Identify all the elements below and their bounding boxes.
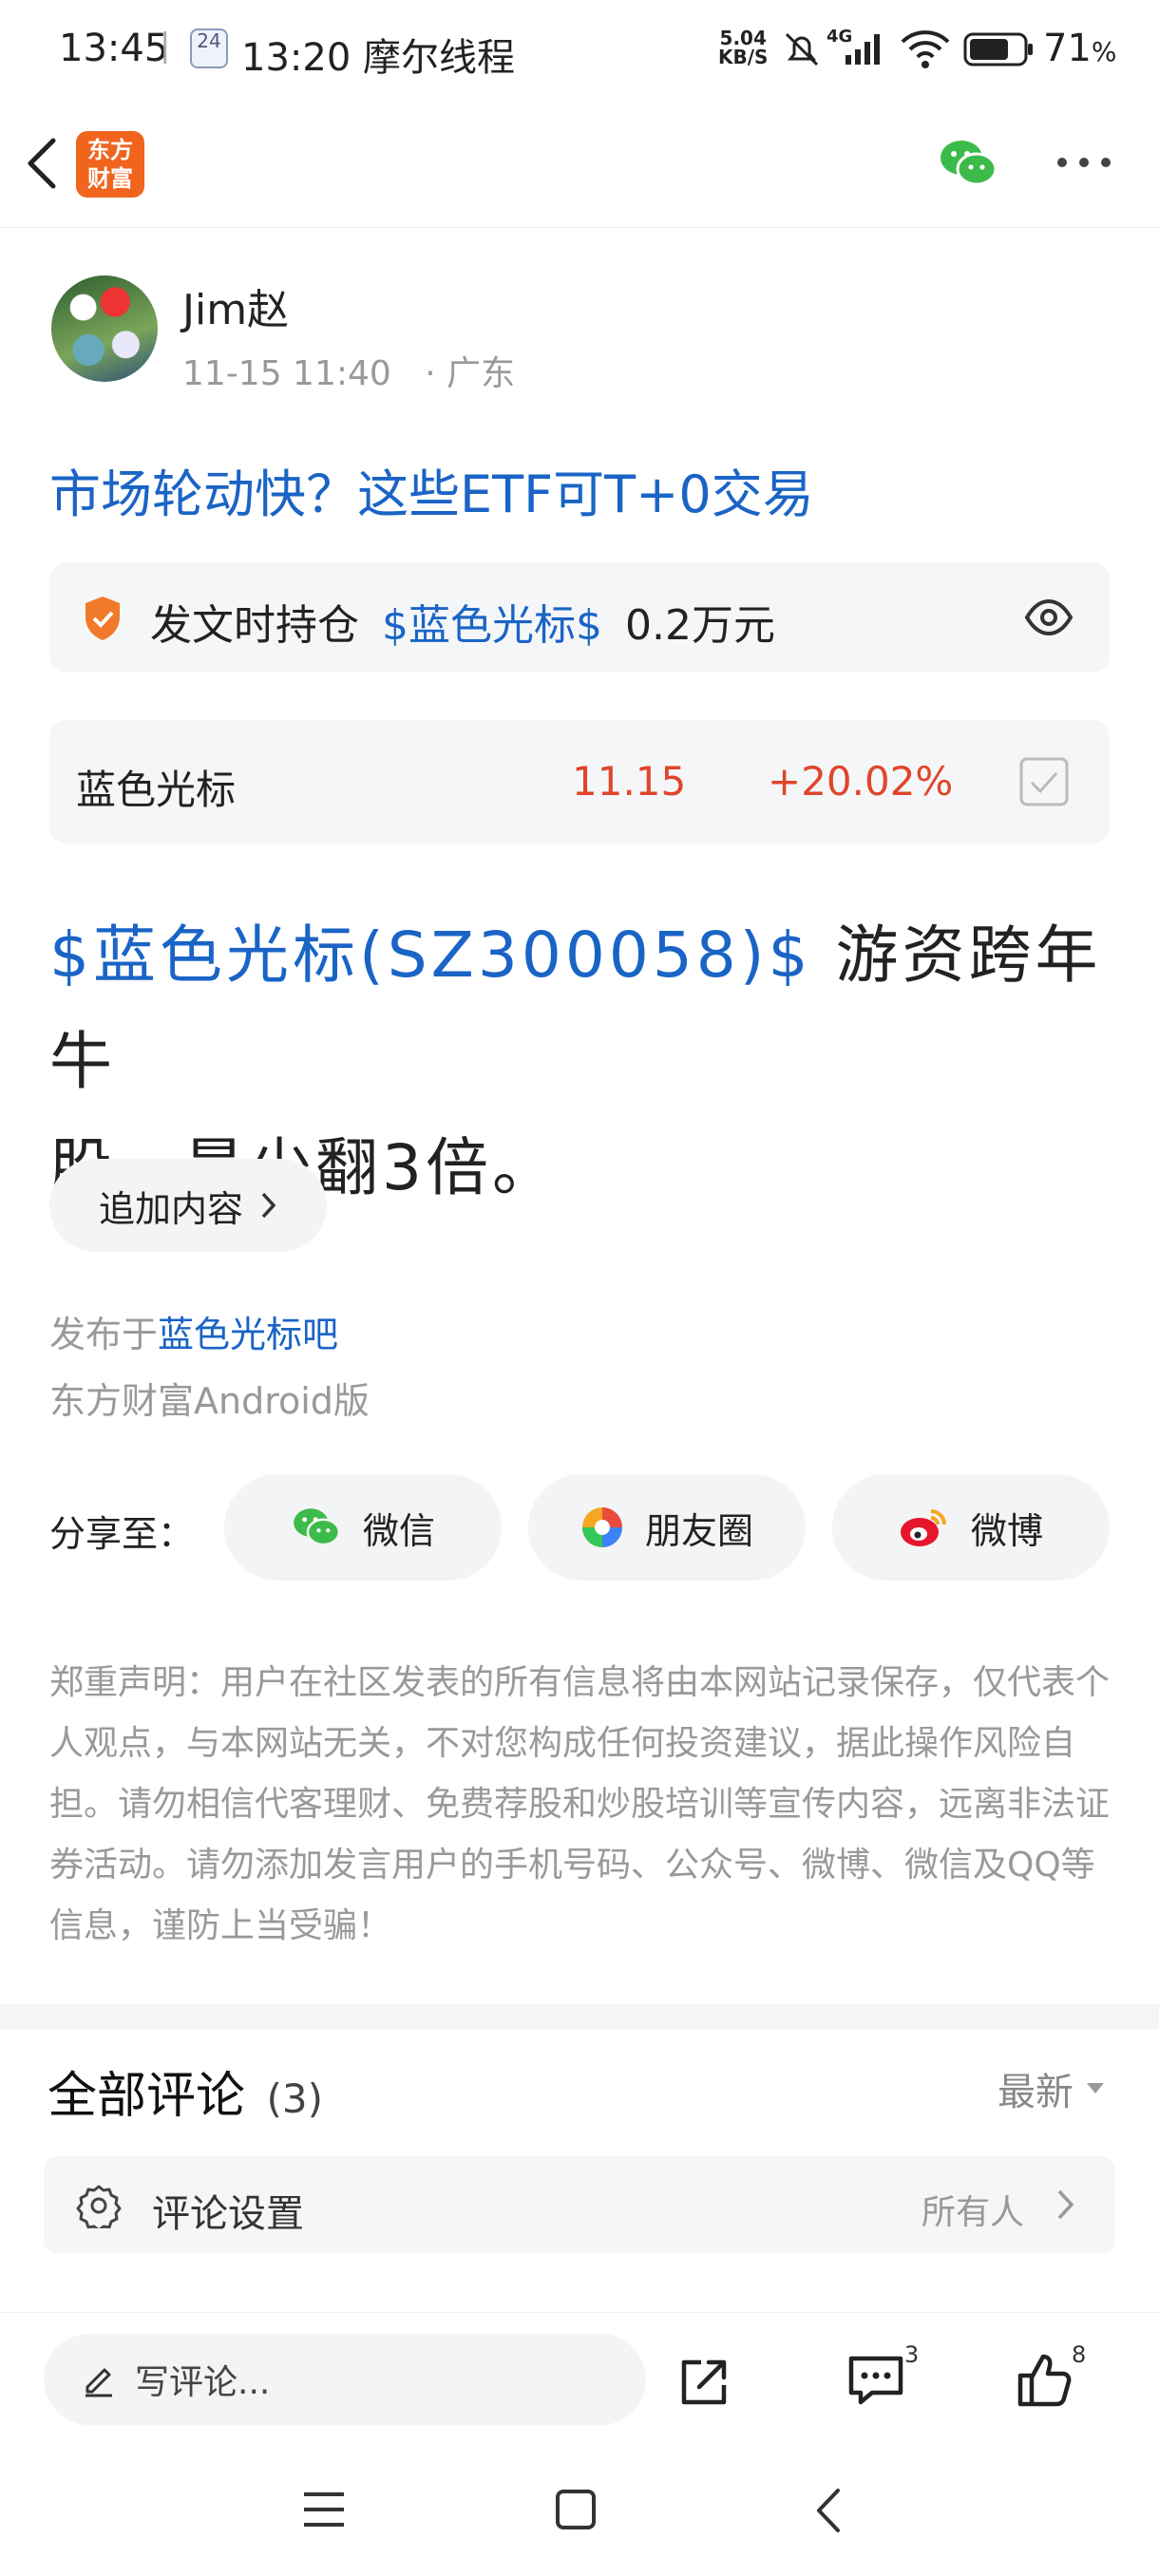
moments-icon (581, 1507, 622, 1547)
mute-icon (785, 32, 819, 66)
comment-settings-value: 所有人 (922, 2193, 1025, 2232)
notification-text: 13:20 摩尔线程 (241, 36, 515, 80)
share-weibo-button[interactable]: 微博 (832, 1474, 1110, 1581)
post-time: 11-15 11:40 (182, 354, 391, 393)
menu-icon[interactable] (302, 2491, 346, 2529)
like-button[interactable] (1015, 2349, 1075, 2410)
append-content-label: 追加内容 (98, 1187, 243, 1230)
section-divider (0, 2004, 1159, 2029)
calendar-icon: 24 (190, 28, 228, 68)
checkbox-icon[interactable] (1018, 756, 1070, 807)
comment-settings-row[interactable]: 评论设置 所有人 (44, 2156, 1115, 2253)
quote-change: +20.02% (768, 758, 954, 805)
comment-placeholder: 写评论... (135, 2363, 271, 2402)
disclaimer: 郑重声明：用户在社区发表的所有信息将由本网站记录保存，仅代表个人观点，与本网站无… (49, 1663, 1111, 1945)
top-bar: 东方 财富 (0, 99, 1159, 228)
chevron-right-icon (261, 1192, 276, 1219)
wechat-share-icon[interactable] (939, 137, 998, 190)
comment-button[interactable] (846, 2349, 906, 2410)
append-content-button[interactable]: 追加内容 (49, 1159, 327, 1252)
signal-icon (846, 34, 880, 65)
weibo-icon (900, 1509, 946, 1546)
comment-count-badge: 3 (904, 2341, 920, 2368)
share-label: 分享至： (49, 1513, 195, 1555)
avatar[interactable] (51, 275, 158, 382)
comments-header: 全部评论 (3) (48, 2055, 323, 2127)
comment-settings-label: 评论设置 (152, 2192, 304, 2236)
app-logo[interactable]: 东方 财富 (76, 131, 144, 198)
battery-icon (963, 32, 1033, 66)
share-moments-button[interactable]: 朋友圈 (528, 1474, 806, 1581)
share-wechat-button[interactable]: 微信 (224, 1474, 502, 1581)
holding-card: 发文时持仓 $蓝色光标$ 0.2万元 (49, 562, 1110, 672)
post-meta: 11-15 11:40 · 广东 (182, 346, 515, 395)
sort-dropdown[interactable]: 最新 (998, 2061, 1104, 2116)
status-bar: 13:45 | 24 13:20 摩尔线程 5.04 KB/S 4G 71% (59, 27, 1117, 80)
pencil-icon (86, 2368, 112, 2397)
bottom-action-bar: 写评论... 3 8 (0, 2312, 1159, 2445)
body-stock-link[interactable]: $蓝色光标(SZ300058)$ (49, 919, 812, 992)
quote-stock-name: 蓝色光标 (76, 767, 237, 813)
eye-icon[interactable] (1024, 597, 1074, 638)
published-in: 发布于蓝色光标吧 (49, 1314, 339, 1355)
thumbs-up-icon (1017, 2354, 1072, 2407)
gear-icon (76, 2185, 122, 2228)
back-icon[interactable] (21, 135, 63, 192)
nav-back-icon[interactable] (813, 2487, 844, 2534)
chevron-right-icon (1057, 2189, 1074, 2220)
stock-quote-card[interactable]: 蓝色光标 11.15 +20.02% (49, 720, 1110, 843)
post-location: · 广东 (425, 354, 516, 393)
battery-level: 71 (1043, 27, 1092, 70)
status-time: 13:45 (59, 27, 169, 70)
system-nav-bar (0, 2445, 1159, 2576)
client-info: 东方财富Android版 (49, 1380, 370, 1422)
comments-count: (3) (266, 2075, 324, 2122)
wechat-icon (294, 1508, 341, 1546)
more-icon[interactable] (1056, 156, 1112, 169)
comment-input[interactable]: 写评论... (44, 2334, 646, 2425)
like-count-badge: 8 (1072, 2341, 1087, 2368)
holding-stock-link[interactable]: $蓝色光标$ (382, 601, 602, 650)
net-speed: 5.04 KB/S (718, 27, 769, 68)
caret-down-icon (1087, 2083, 1104, 2093)
post-title[interactable]: 市场轮动快？这些ETF可T+0交易 (49, 452, 814, 527)
holding-amount: 0.2万元 (625, 601, 775, 650)
wifi-icon (901, 30, 950, 68)
share-icon[interactable] (676, 2355, 732, 2410)
bar-link[interactable]: 蓝色光标吧 (158, 1314, 338, 1355)
comment-icon (848, 2356, 903, 2405)
home-icon[interactable] (555, 2489, 597, 2530)
author-name[interactable]: Jim赵 (182, 275, 289, 336)
holding-prefix: 发文时持仓 (150, 601, 359, 650)
shield-icon (86, 597, 120, 640)
quote-price: 11.15 (572, 758, 687, 805)
comments-title: 全部评论 (48, 2068, 246, 2125)
